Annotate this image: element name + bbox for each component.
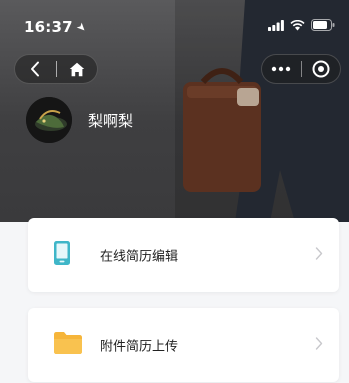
menu-item-label: 附件简历上传 xyxy=(100,339,179,355)
menu-item-attachment-resume[interactable]: 附件简历上传 xyxy=(28,308,339,382)
battery-icon xyxy=(311,19,335,31)
target-icon xyxy=(312,60,330,78)
avatar-image xyxy=(26,97,72,143)
status-time: 16:37 ➤ xyxy=(24,18,89,36)
home-button[interactable] xyxy=(56,55,97,83)
phone-icon xyxy=(54,241,70,269)
wifi-icon xyxy=(290,19,305,30)
menu-item-label: 在线简历编辑 xyxy=(100,249,179,265)
close-miniapp-button[interactable] xyxy=(301,55,340,83)
status-time-text: 16:37 xyxy=(24,18,73,36)
chevron-left-icon xyxy=(31,61,40,77)
nav-capsule xyxy=(14,54,98,84)
chevron-right-icon xyxy=(315,246,323,265)
miniapp-capsule xyxy=(261,54,341,84)
status-bar: 16:37 ➤ xyxy=(0,0,349,44)
location-arrow-icon: ➤ xyxy=(73,19,90,35)
back-button[interactable] xyxy=(15,55,56,83)
menu-item-online-resume[interactable]: 在线简历编辑 xyxy=(28,218,339,292)
signal-icon xyxy=(268,19,284,31)
status-indicators xyxy=(268,19,335,31)
username: 梨啊梨 xyxy=(88,112,134,130)
more-button[interactable] xyxy=(262,55,301,83)
folder-icon xyxy=(54,332,82,358)
header-banner: 16:37 ➤ 梨啊梨 xyxy=(0,0,349,222)
chevron-right-icon xyxy=(315,336,323,355)
home-icon xyxy=(69,62,84,76)
avatar[interactable] xyxy=(26,97,72,143)
more-dots-icon xyxy=(272,66,291,72)
